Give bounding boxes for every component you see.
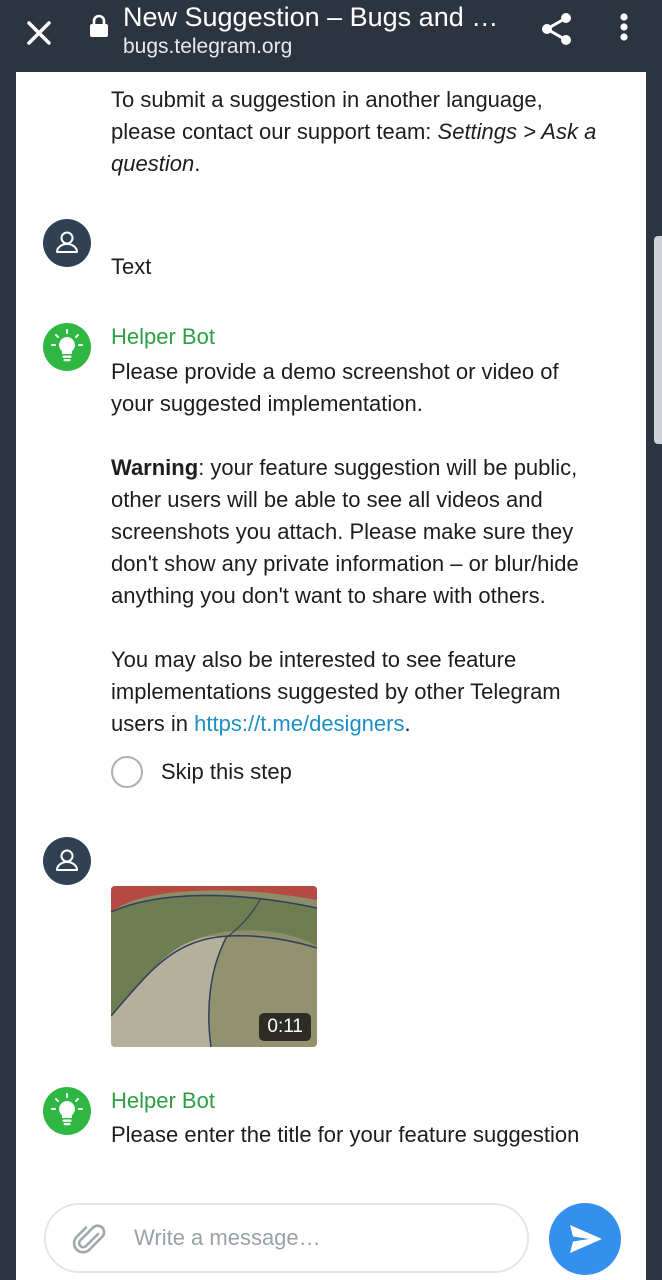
bot-1-p3-line-1: You may also be interested to see featur…: [111, 647, 517, 672]
user-avatar: [43, 219, 91, 267]
bot-message-1: Please provide a demo screenshot or vide…: [111, 356, 631, 740]
message-composer: [44, 1203, 529, 1273]
video-duration: 0:11: [259, 1013, 311, 1041]
bot-avatar: [43, 323, 91, 371]
bot-1-line-2: your suggested implementation.: [111, 391, 423, 416]
settings-path-end: question: [111, 151, 195, 176]
bot-avatar: [43, 1087, 91, 1135]
share-icon: [542, 13, 571, 45]
skip-step-radio[interactable]: [111, 756, 143, 788]
user-avatar: [43, 837, 91, 885]
send-button[interactable]: [549, 1203, 621, 1275]
bot-name: Helper Bot: [111, 1088, 215, 1113]
intro-line-2: please contact our support team: Setting…: [111, 116, 631, 148]
message-input[interactable]: [134, 1205, 514, 1271]
bot-1-p3-line-2: implementations suggested by other Teleg…: [111, 679, 561, 704]
bot-message-2: Please enter the title for your feature …: [111, 1122, 580, 1147]
intro-message: To submit a suggestion in another langua…: [111, 84, 631, 180]
bot-1-p3-suffix: .: [404, 711, 411, 736]
close-icon: [27, 21, 51, 45]
bot-name: Helper Bot: [111, 324, 215, 349]
attach-button[interactable]: [72, 1221, 108, 1257]
intro-line-3: question.: [111, 148, 631, 180]
user-icon: [56, 849, 78, 871]
intro-line-1: To submit a suggestion in another langua…: [111, 87, 543, 112]
bot-1-p3-line-3: users in https://t.me/designers.: [111, 708, 631, 740]
paperclip-icon: [72, 1224, 106, 1254]
video-thumbnail[interactable]: 0:11: [111, 886, 317, 1047]
intro-period: .: [194, 151, 201, 176]
close-button[interactable]: [18, 12, 60, 54]
bot-1-line-1: Please provide a demo screenshot or vide…: [111, 359, 559, 384]
lightbulb-icon: [51, 1093, 83, 1126]
warning-text-1: : your feature suggestion will be public…: [198, 455, 578, 480]
warning-line-5: anything you don't want to share with ot…: [111, 583, 546, 608]
page-url[interactable]: bugs.telegram.org: [123, 34, 292, 60]
warning-line-1: Warning: your feature suggestion will be…: [111, 452, 631, 484]
settings-path: Settings > Ask a: [437, 119, 597, 144]
skip-step-label[interactable]: Skip this step: [161, 758, 292, 786]
page-title: New Suggestion – Bugs and …: [123, 2, 499, 32]
intro-line-2-text: please contact our support team:: [111, 119, 438, 144]
user-reply-text: Text: [111, 254, 152, 279]
warning-label: Warning: [111, 455, 199, 480]
user-icon: [56, 231, 78, 253]
warning-line-2: other users will be able to see all vide…: [111, 487, 543, 512]
lock-icon: [89, 14, 109, 38]
warning-line-4: don't show any private information – or …: [111, 551, 579, 576]
share-button[interactable]: [536, 8, 578, 50]
browser-toolbar: New Suggestion – Bugs and … bugs.telegra…: [0, 0, 662, 72]
overflow-menu-button[interactable]: [605, 8, 643, 50]
lightbulb-icon: [51, 329, 83, 362]
chat-page: To submit a suggestion in another langua…: [16, 72, 646, 1280]
bot-1-p3-prefix: users in: [111, 711, 195, 736]
send-icon: [570, 1225, 602, 1253]
warning-line-3: screenshots you attach. Please make sure…: [111, 519, 574, 544]
designers-link[interactable]: https://t.me/designers: [194, 711, 404, 736]
more-vertical-icon: [620, 13, 628, 41]
scrollbar-thumb[interactable]: [654, 236, 662, 444]
